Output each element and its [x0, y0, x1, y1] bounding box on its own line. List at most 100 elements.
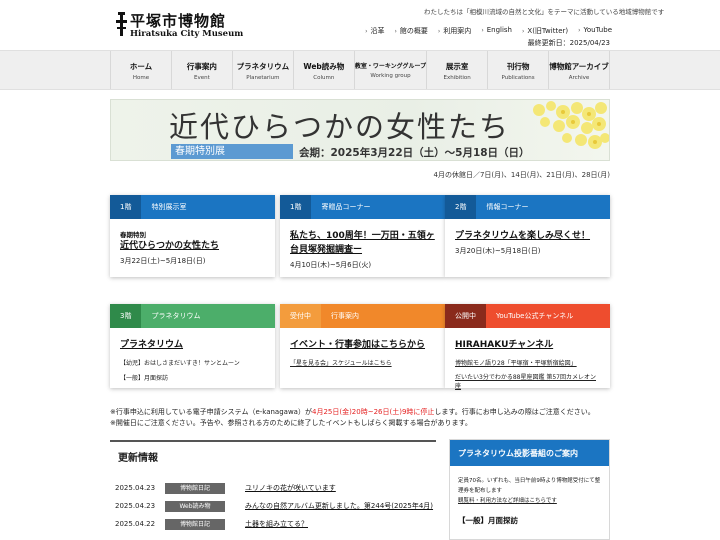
- nav-item-archive[interactable]: 博物館アーカイブ Archive: [548, 51, 611, 89]
- card-title[interactable]: 近代ひらつかの女性たち: [120, 239, 265, 253]
- last-updated: 最終更新日：2025/04/23: [527, 39, 610, 47]
- card-planetarium[interactable]: 3階 プラネタリウム プラネタリウム 【幼児】おはしさまだいすき！サンとムーン 【…: [110, 304, 275, 388]
- card-label: 特別展示室: [151, 203, 187, 211]
- nav-label-en: Home: [132, 75, 150, 81]
- header-link-x[interactable]: › X(旧Twitter): [522, 26, 568, 38]
- nav-item-home[interactable]: ホーム Home: [110, 51, 171, 89]
- news-link[interactable]: 土器を組み立てる？: [245, 519, 308, 529]
- card-info-corner[interactable]: 2階 情報コーナー プラネタリウムを楽しみ尽くせ！ 3月20日(木)~5月18日(…: [445, 195, 610, 277]
- nav-label: 行事案内: [186, 62, 217, 71]
- card-line[interactable]: 博物館モノ語り28「平塚宿・平塚新宿絵図」: [455, 358, 600, 367]
- arrow-right-icon: ›: [481, 27, 484, 34]
- header-link-youtube[interactable]: › YouTube: [578, 26, 612, 38]
- card-line[interactable]: 【一般】月面探訪: [120, 373, 265, 382]
- notice-text: ※行事申込に利用している電子申請システム（e-kanagawa）が: [110, 408, 312, 416]
- nav-label: 博物館アーカイブ: [549, 62, 609, 71]
- card-status-tag: 受付中: [280, 304, 321, 328]
- nav-item-planetarium[interactable]: プラネタリウム Planetarium: [231, 51, 293, 89]
- museum-mark-icon: [116, 12, 127, 36]
- news-date: 2025.04.23: [115, 484, 156, 492]
- header-link-history[interactable]: › 沿革: [365, 26, 384, 38]
- panel-text: 定員70名。いずれも、当日午前9時より博物館受付にて整理券を配布します 観覧料・…: [450, 466, 609, 506]
- nav-label: プラネタリウム: [236, 62, 290, 71]
- news-link[interactable]: ユリノキの花が咲いています: [245, 483, 336, 493]
- notice-red-text: 4月25日(金)20時~26日(土)9時に停止: [311, 408, 435, 416]
- notice: ※行事申込に利用している電子申請システム（e-kanagawa）が4月25日(金…: [110, 407, 610, 429]
- panel-details-link[interactable]: 観覧料・利用方法など詳細はこちらです: [458, 496, 601, 506]
- panel-program: 【一般】月面探訪: [458, 516, 518, 525]
- card-label: 行事案内: [331, 312, 359, 320]
- card-special-exhibition[interactable]: 1階 特別展示室 春期特別 近代ひらつかの女性たち 3月22日(土)~5月18日(…: [110, 195, 275, 277]
- nav-item-working-group[interactable]: 教室・ワーキンググループ Working group: [353, 51, 427, 89]
- header-link-label: 利用案内: [443, 27, 472, 35]
- news-item[interactable]: 2025.04.22 博物館日記 土器を組み立てる？: [110, 515, 436, 533]
- card-title[interactable]: プラネタリウム: [120, 338, 265, 352]
- card-title[interactable]: プラネタリウムを楽しみ尽くせ！: [455, 229, 600, 243]
- card-floor-tag: 3階: [110, 304, 142, 328]
- news-date: 2025.04.23: [115, 502, 156, 510]
- banner-label: 春期特別展: [171, 144, 293, 159]
- card-donation-corner[interactable]: 1階 寄贈品コーナー 私たち、100周年！一万田・五領ヶ台貝塚発掘調査ー 4月10…: [280, 195, 445, 277]
- arrow-right-icon: ›: [365, 28, 368, 35]
- header-link-label: YouTube: [583, 26, 612, 34]
- card-line[interactable]: 「星を見る会」スケジュールはこちら: [290, 358, 435, 367]
- nav-label-en: Column: [313, 75, 335, 81]
- museum-logo[interactable]: 平塚市博物館 Hiratsuka City Museum: [116, 10, 246, 40]
- news-item[interactable]: 2025.04.23 博物館日記 ユリノキの花が咲いています: [110, 479, 436, 497]
- arrow-right-icon: ›: [578, 27, 581, 34]
- card-youtube[interactable]: 公開中 YouTube公式チャンネル HIRAHAKUチャンネル 博物館モノ語り2…: [445, 304, 610, 391]
- header-link-english[interactable]: › English: [481, 26, 512, 38]
- nav-item-publications[interactable]: 刊行物 Publications: [487, 51, 548, 89]
- news-date: 2025.04.22: [115, 520, 156, 528]
- header-link-label: English: [486, 26, 512, 34]
- card-floor-tag: 1階: [110, 195, 142, 219]
- header-link-label: X(旧Twitter): [527, 27, 569, 35]
- card-line[interactable]: だいたい3分でわかる88星座図鑑 第57回カメレオン座: [455, 373, 600, 391]
- card-floor-tag: 2階: [445, 195, 477, 219]
- banner-period: 会期：2025年3月22日（土）～5月18日（日）: [299, 147, 530, 159]
- panel-text-line: 定員70名。いずれも、当日午前9時より博物館受付にて整理券を配布します: [458, 478, 601, 494]
- card-line[interactable]: 【幼児】おはしさまだいすき！サンとムーン: [120, 358, 265, 367]
- card-title[interactable]: 私たち、100周年！一万田・五領ヶ台貝塚発掘調査ー: [290, 229, 435, 257]
- card-header: 受付中 行事案内: [280, 304, 445, 328]
- nav-label: Web読み物: [303, 62, 345, 71]
- card-events[interactable]: 受付中 行事案内 イベント・行事参加はこちらから 「星を見る会」スケジュールはこち…: [280, 304, 445, 388]
- news-item[interactable]: 2025.04.23 Web読み物 みんなの自然アルバム更新しました。第244号…: [110, 497, 436, 515]
- nav-label-en: Planetarium: [246, 75, 280, 81]
- card-header: 3階 プラネタリウム: [110, 304, 275, 328]
- exhibition-banner[interactable]: 近代ひらつかの女性たち 春期特別展 会期：2025年3月22日（土）～5月18日…: [110, 99, 610, 161]
- news-link[interactable]: みんなの自然アルバム更新しました。第244号(2025年4月): [245, 501, 433, 511]
- card-header: 公開中 YouTube公式チャンネル: [445, 304, 610, 328]
- card-header: 2階 情報コーナー: [445, 195, 610, 219]
- card-label: 情報コーナー: [486, 203, 529, 211]
- nav-item-event[interactable]: 行事案内 Event: [170, 51, 232, 89]
- global-nav: ホーム Home 行事案内 Event プラネタリウム Planetarium Web…: [0, 50, 720, 90]
- page: 平塚市博物館 Hiratsuka City Museum わたしたちは「相模川流…: [0, 0, 720, 540]
- nav-item-exhibition[interactable]: 展示室 Exhibition: [426, 51, 487, 89]
- card-date: 4月10日(木)~5月6日(火): [290, 261, 372, 269]
- notice-text: します。行事にお申し込みの際はご注意ください。: [434, 408, 595, 416]
- nav-label: 展示室: [445, 62, 469, 71]
- news-category: Web読み物: [165, 500, 225, 512]
- card-label: YouTube公式チャンネル: [496, 312, 574, 320]
- header-link-guide[interactable]: › 利用案内: [438, 26, 471, 38]
- card-label: 寄贈品コーナー: [321, 203, 371, 211]
- nav-label-en: Publications: [501, 75, 535, 81]
- panel-title: プラネタリウム投影番組のご案内: [450, 440, 609, 466]
- closed-days: 4月の休館日／7日(月)、14日(月)、21日(月)、28日(月): [433, 171, 610, 179]
- nav-label-en: Working group: [370, 73, 411, 79]
- nav-label: ホーム: [129, 62, 153, 71]
- arrow-right-icon: ›: [394, 28, 397, 35]
- nav-label: 教室・ワーキンググループ: [354, 63, 427, 70]
- card-title[interactable]: イベント・行事参加はこちらから: [290, 338, 435, 352]
- logo-japanese: 平塚市博物館: [130, 12, 227, 30]
- card-label: プラネタリウム: [151, 312, 201, 320]
- news-heading: 更新情報: [110, 440, 436, 468]
- nav-item-column[interactable]: Web読み物 Column: [292, 51, 354, 89]
- header-link-overview[interactable]: › 館の概要: [395, 26, 428, 38]
- card-title[interactable]: HIRAHAKUチャンネル: [455, 338, 600, 352]
- header-link-label: 館の概要: [399, 27, 428, 35]
- arrow-right-icon: ›: [522, 28, 525, 35]
- header-links: › 沿革 › 館の概要 › 利用案内 › English › X(旧Twitter) › Y…: [340, 26, 612, 38]
- nav-label-en: Event: [194, 75, 210, 81]
